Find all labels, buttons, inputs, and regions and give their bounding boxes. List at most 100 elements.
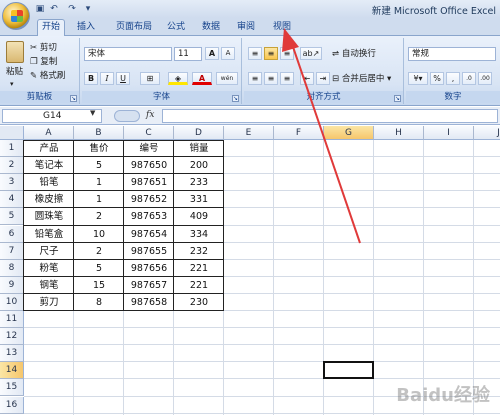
column-header-e[interactable]: E bbox=[224, 126, 274, 140]
tab-data[interactable]: 数据 bbox=[197, 20, 225, 36]
table-cell[interactable]: 987651 bbox=[124, 174, 174, 191]
decrease-decimal-button[interactable]: .00 bbox=[478, 72, 492, 85]
column-header-b[interactable]: B bbox=[74, 126, 124, 140]
percent-button[interactable]: % bbox=[430, 72, 444, 85]
worksheet-grid[interactable]: ABCDEFGHIJ 1 2 3 4 5 6 7 8 9 10 11 12 13 14 15 16 产品 售价编… bbox=[0, 126, 500, 415]
table-cell[interactable]: 409 bbox=[174, 208, 224, 225]
align-left-icon[interactable]: ≡ bbox=[248, 72, 262, 85]
tab-home[interactable]: 开始 bbox=[37, 19, 65, 37]
name-box[interactable]: G14 bbox=[2, 109, 102, 123]
table-cell[interactable]: 987652 bbox=[124, 191, 174, 208]
table-cell[interactable]: 8 bbox=[74, 294, 124, 311]
alignment-launcher-icon[interactable]: ↘ bbox=[394, 95, 401, 102]
select-all-corner[interactable] bbox=[0, 126, 24, 140]
table-header-cell[interactable]: 销量 bbox=[174, 140, 224, 157]
table-cell[interactable]: 10 bbox=[74, 226, 124, 243]
format-painter-button[interactable]: ✎ 格式刷 bbox=[30, 70, 65, 83]
font-launcher-icon[interactable]: ↘ bbox=[232, 95, 239, 102]
formula-bar-handle[interactable] bbox=[114, 110, 140, 122]
table-cell[interactable]: 987655 bbox=[124, 243, 174, 260]
row-header-7[interactable]: 7 bbox=[0, 242, 24, 260]
borders-icon[interactable]: ⊞ bbox=[140, 72, 160, 85]
table-cell[interactable]: 987653 bbox=[124, 208, 174, 225]
shrink-font-button[interactable]: A bbox=[221, 47, 235, 60]
align-center-icon[interactable]: ≡ bbox=[264, 72, 278, 85]
table-cell[interactable]: 987658 bbox=[124, 294, 174, 311]
table-cell[interactable]: 5 bbox=[74, 157, 124, 174]
table-cell[interactable]: 331 bbox=[174, 191, 224, 208]
table-cell[interactable]: 橡皮擦 bbox=[24, 191, 74, 208]
fill-color-icon[interactable]: ◈ bbox=[168, 72, 188, 85]
table-cell[interactable]: 圆珠笔 bbox=[24, 208, 74, 225]
increase-decimal-button[interactable]: .0 bbox=[462, 72, 476, 85]
table-cell[interactable]: 987654 bbox=[124, 226, 174, 243]
undo-icon[interactable]: ↶ bbox=[48, 3, 60, 15]
table-cell[interactable]: 1 bbox=[74, 174, 124, 191]
row-header-2[interactable]: 2 bbox=[0, 157, 24, 175]
italic-button[interactable]: I bbox=[100, 72, 114, 85]
paste-dropdown-icon[interactable]: ▾ bbox=[10, 78, 14, 91]
table-cell[interactable]: 15 bbox=[74, 277, 124, 294]
row-header-4[interactable]: 4 bbox=[0, 191, 24, 209]
number-format-select[interactable]: 常规 bbox=[408, 47, 496, 61]
column-header-h[interactable]: H bbox=[374, 126, 424, 140]
row-header-3[interactable]: 3 bbox=[0, 174, 24, 192]
tab-view[interactable]: 视图 bbox=[268, 20, 296, 36]
row-header-6[interactable]: 6 bbox=[0, 225, 24, 243]
table-cell[interactable]: 987650 bbox=[124, 157, 174, 174]
table-cell[interactable]: 尺子 bbox=[24, 243, 74, 260]
cut-button[interactable]: ✂ 剪切 bbox=[30, 42, 57, 55]
font-color-button[interactable]: A bbox=[192, 72, 212, 85]
bold-button[interactable]: B bbox=[84, 72, 98, 85]
table-cell[interactable]: 987657 bbox=[124, 277, 174, 294]
redo-icon[interactable]: ↷ bbox=[66, 3, 78, 15]
paste-button[interactable]: 粘贴 bbox=[6, 66, 23, 79]
row-header-9[interactable]: 9 bbox=[0, 276, 24, 294]
table-cell[interactable]: 钢笔 bbox=[24, 277, 74, 294]
table-cell[interactable]: 987656 bbox=[124, 260, 174, 277]
table-cell[interactable]: 笔记本 bbox=[24, 157, 74, 174]
paste-icon[interactable] bbox=[6, 41, 24, 63]
row-header-13[interactable]: 13 bbox=[0, 345, 24, 363]
font-name-select[interactable]: 宋体 bbox=[84, 47, 172, 61]
table-header-cell[interactable]: 售价 bbox=[74, 140, 124, 157]
column-header-f[interactable]: F bbox=[274, 126, 324, 140]
column-header-a[interactable]: A bbox=[24, 126, 74, 140]
table-cell[interactable]: 粉笔 bbox=[24, 260, 74, 277]
tab-formulas[interactable]: 公式 bbox=[162, 20, 190, 36]
tab-review[interactable]: 审阅 bbox=[232, 20, 260, 36]
table-cell[interactable]: 221 bbox=[174, 260, 224, 277]
merge-center-button[interactable]: ⊟ 合并后居中 ▾ bbox=[332, 73, 391, 86]
row-header-5[interactable]: 5 bbox=[0, 208, 24, 226]
column-header-j[interactable]: J bbox=[474, 126, 500, 140]
align-middle-icon[interactable]: ≡ bbox=[264, 47, 278, 60]
row-header-16[interactable]: 16 bbox=[0, 396, 24, 414]
row-header-14[interactable]: 14 bbox=[0, 362, 24, 380]
row-header-1[interactable]: 1 bbox=[0, 140, 24, 158]
table-cell[interactable]: 剪刀 bbox=[24, 294, 74, 311]
table-header-cell[interactable]: 编号 bbox=[124, 140, 174, 157]
clipboard-launcher-icon[interactable]: ↘ bbox=[70, 95, 77, 102]
align-top-icon[interactable]: ≡ bbox=[248, 47, 262, 60]
font-size-select[interactable]: 11 bbox=[174, 47, 202, 61]
table-cell[interactable]: 233 bbox=[174, 174, 224, 191]
currency-icon[interactable]: ¥▾ bbox=[408, 72, 428, 85]
table-cell[interactable]: 铅笔 bbox=[24, 174, 74, 191]
table-cell[interactable]: 230 bbox=[174, 294, 224, 311]
column-header-d[interactable]: D bbox=[174, 126, 224, 140]
grow-font-button[interactable]: A bbox=[205, 47, 219, 60]
formula-input[interactable] bbox=[162, 109, 498, 123]
chevron-down-icon[interactable]: ▼ bbox=[90, 109, 95, 117]
table-cell[interactable]: 221 bbox=[174, 277, 224, 294]
row-header-15[interactable]: 15 bbox=[0, 379, 24, 397]
table-cell[interactable]: 5 bbox=[74, 260, 124, 277]
table-cell[interactable]: 铅笔盒 bbox=[24, 226, 74, 243]
tab-insert[interactable]: 插入 bbox=[72, 20, 100, 36]
table-cell[interactable]: 1 bbox=[74, 191, 124, 208]
row-header-11[interactable]: 11 bbox=[0, 311, 24, 329]
column-header-i[interactable]: I bbox=[424, 126, 474, 140]
wrap-text-button[interactable]: ⇌ 自动换行 bbox=[332, 48, 376, 61]
tab-page-layout[interactable]: 页面布局 bbox=[110, 20, 158, 36]
row-header-12[interactable]: 12 bbox=[0, 328, 24, 346]
orientation-icon[interactable]: ab↗ bbox=[300, 47, 322, 60]
